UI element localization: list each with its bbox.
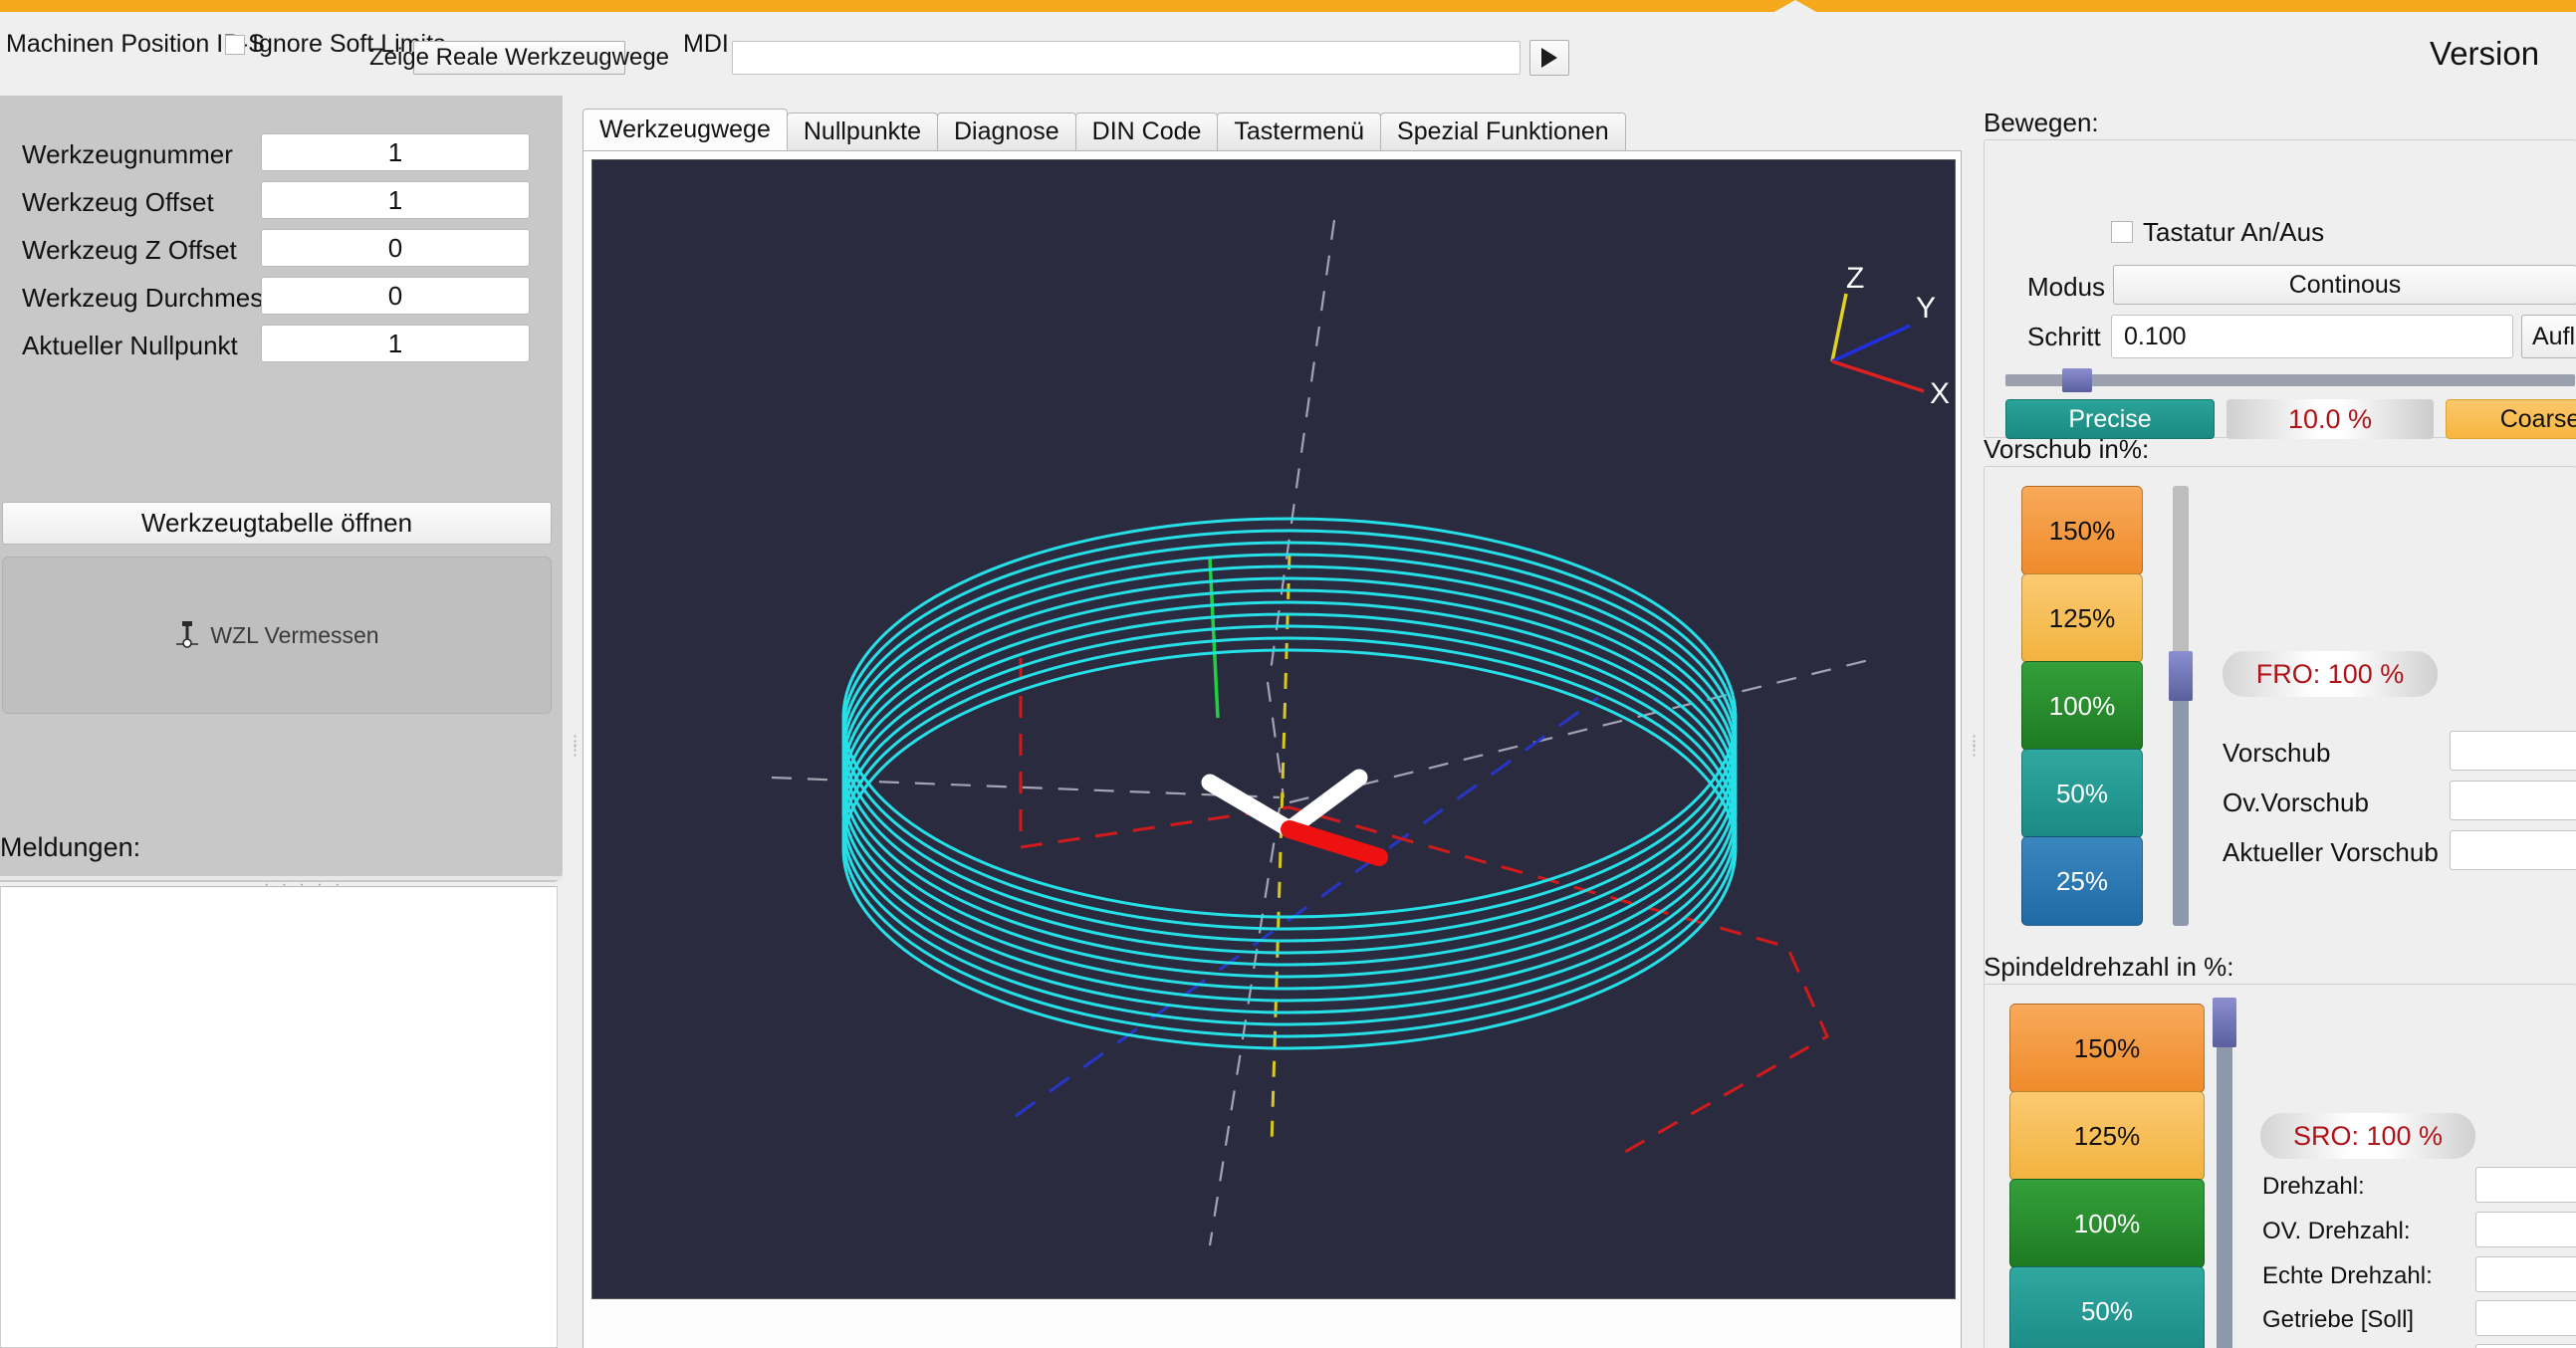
spindle-section-title: Spindeldrehzahl in %:	[1984, 952, 2234, 982]
version-label: Version	[2430, 35, 2540, 72]
gizmo-y-label: Y	[1916, 292, 1936, 325]
werkzeug-z-offset-field[interactable]: 0	[261, 229, 530, 267]
row-label: Werkzeug Z Offset	[22, 235, 237, 265]
feed-row-label-ov-vorschub: Ov.Vorschub	[2223, 787, 2369, 817]
tool-position-marker	[1201, 769, 1388, 866]
right-splitter-grip[interactable]: ⋮ ⋮	[1967, 734, 1982, 758]
spindle-row-label-getriebe-soll: Getriebe [Soll]	[2262, 1306, 2415, 1333]
ov-vorschub-field[interactable]: 1.0	[2450, 781, 2576, 820]
tool-row-werkzeug-durchmesser: Werkzeug Durchmesser 0	[0, 277, 558, 317]
ov-drehzahl-field[interactable]: 1	[2475, 1212, 2576, 1247]
feed-button-50[interactable]: 50%	[2021, 749, 2143, 838]
spindle-button-125[interactable]: 125%	[2009, 1091, 2205, 1181]
y-axis-line	[1015, 696, 1599, 1118]
measure-tool-label: WZL Vermessen	[210, 621, 379, 648]
tool-panel: Werkzeugnummer 1 Werkzeug Offset 1 Werkz…	[0, 96, 563, 882]
getriebe-ist-field[interactable]: 1	[2475, 1344, 2576, 1348]
tool-row-aktueller-nullpunkt: Aktueller Nullpunkt 1	[0, 325, 558, 364]
jog-resolution-slider-thumb[interactable]	[2062, 368, 2092, 392]
feed-row-label-aktueller-vorschub: Aktueller Vorschub	[2223, 837, 2439, 867]
feed-button-125[interactable]: 125%	[2021, 573, 2143, 663]
step-label: Schritt	[2027, 322, 2101, 351]
tab-diagnose[interactable]: Diagnose	[937, 112, 1076, 150]
tab-tastermenu[interactable]: Tastermenü	[1217, 112, 1382, 150]
aktueller-nullpunkt-field[interactable]: 1	[261, 325, 530, 362]
tool-row-werkzeug-z-offset: Werkzeug Z Offset 0	[0, 229, 558, 269]
tab-strip: Werkzeugwege Nullpunkte Diagnose DIN Cod…	[583, 109, 1626, 150]
gizmo-x-axis	[1831, 359, 1925, 393]
feed-button-25[interactable]: 25%	[2021, 836, 2143, 926]
tool-row-werkzeug-offset: Werkzeug Offset 1	[0, 181, 558, 221]
accent-bar	[0, 0, 2576, 12]
cnc-control-window: Machinen Position IP-S Ignore Soft Limit…	[0, 0, 2576, 1348]
tab-spezial-funktionen[interactable]: Spezial Funktionen	[1380, 112, 1626, 150]
feed-override-slider[interactable]	[2173, 486, 2189, 926]
keyboard-toggle-label: Tastatur An/Aus	[2143, 217, 2325, 247]
vorschub-field[interactable]: 1.0	[2450, 731, 2576, 771]
spindle-row-label-echte-drehzahl: Echte Drehzahl:	[2262, 1262, 2433, 1289]
ignore-soft-limits-checkbox[interactable]	[225, 35, 245, 55]
row-label: Werkzeug Durchmesser	[22, 283, 300, 313]
werkzeug-durchmesser-field[interactable]: 0	[261, 277, 530, 315]
row-label: Aktueller Nullpunkt	[22, 331, 238, 360]
feed-button-100[interactable]: 100%	[2021, 661, 2143, 751]
feed-row-label-vorschub: Vorschub	[2223, 738, 2331, 768]
gizmo-y-axis	[1831, 324, 1911, 363]
toolpath-3d-viewport[interactable]: Z Y X	[591, 159, 1956, 1299]
mdi-label: MDI	[683, 30, 729, 58]
spindle-row-label-ov-drehzahl: OV. Drehzahl:	[2262, 1218, 2411, 1244]
row-label: Werkzeug Offset	[22, 187, 214, 217]
gizmo-x-label: X	[1930, 377, 1950, 410]
aktueller-vorschub-field[interactable]: 0.0	[2450, 830, 2576, 870]
z-axis-line	[1270, 553, 1291, 1147]
precise-button[interactable]: Precise	[2005, 399, 2215, 439]
spindle-override-slider-thumb[interactable]	[2213, 998, 2236, 1047]
drehzahl-field[interactable]: 1	[2475, 1167, 2576, 1203]
spindle-button-150[interactable]: 150%	[2009, 1004, 2205, 1093]
tab-nullpunkte[interactable]: Nullpunkte	[786, 112, 938, 150]
gizmo-z-axis	[1830, 293, 1848, 362]
werkzeug-offset-field[interactable]: 1	[261, 181, 530, 219]
coarse-button[interactable]: Coarse	[2446, 399, 2576, 439]
gizmo-z-label: Z	[1846, 262, 1864, 295]
tab-panel-werkzeugwege: Z Y X	[583, 150, 1962, 1348]
tab-werkzeugwege[interactable]: Werkzeugwege	[583, 109, 788, 150]
tool-row-werkzeugnummer: Werkzeugnummer 1	[0, 133, 558, 173]
jog-percent-readout: 10.0 %	[2226, 399, 2434, 439]
mode-select[interactable]: Continous	[2113, 265, 2576, 305]
measure-tool-button[interactable]: WZL Vermessen	[2, 557, 552, 714]
step-input[interactable]: 0.100	[2111, 315, 2513, 358]
getriebe-soll-field[interactable]: 1	[2475, 1300, 2576, 1336]
messages-list[interactable]	[0, 886, 558, 1348]
echte-drehzahl-field[interactable]: 0.0	[2475, 1256, 2576, 1292]
tab-din-code[interactable]: DIN Code	[1074, 112, 1219, 150]
right-panel: Bewegen: Tastatur An/Aus Modus Continous…	[1982, 96, 2576, 1348]
werkzeugnummer-field[interactable]: 1	[261, 133, 530, 171]
tool-probe-icon	[176, 621, 199, 648]
move-section-title: Bewegen:	[1984, 108, 2099, 137]
left-splitter-grip[interactable]: ⋮ ⋮	[568, 734, 583, 758]
spindle-override-readout: SRO: 100 %	[2260, 1113, 2475, 1159]
play-icon[interactable]	[1529, 40, 1569, 76]
feed-override-readout: FRO: 100 %	[2223, 651, 2438, 697]
mdi-input[interactable]	[732, 41, 1521, 75]
main-content: Werkzeugwege Nullpunkte Diagnose DIN Cod…	[583, 96, 1972, 1348]
feed-section-title: Vorschub in%:	[1984, 434, 2150, 464]
resolution-button[interactable]: Auflös	[2521, 315, 2576, 358]
feed-override-slider-thumb[interactable]	[2169, 651, 2193, 701]
keyboard-toggle-checkbox[interactable]	[2111, 221, 2133, 243]
axis-gizmo: Z Y X	[1830, 262, 1950, 410]
grid-lines	[771, 219, 1878, 1246]
spindle-override-slider[interactable]	[2217, 1004, 2232, 1348]
show-real-toolpaths-button[interactable]: Zeige Reale Werkzeugwege	[369, 41, 669, 75]
row-label: Werkzeugnummer	[22, 139, 233, 169]
open-tool-table-button[interactable]: Werkzeugtabelle öffnen	[2, 502, 552, 545]
spindle-button-50[interactable]: 50%	[2009, 1266, 2205, 1348]
mode-label: Modus	[2027, 272, 2106, 302]
feed-button-150[interactable]: 150%	[2021, 486, 2143, 575]
spindle-row-label-drehzahl: Drehzahl:	[2262, 1173, 2365, 1200]
top-toolbar: Machinen Position IP-S Ignore Soft Limit…	[0, 13, 2576, 76]
messages-label: Meldungen:	[0, 832, 141, 862]
spindle-button-100[interactable]: 100%	[2009, 1179, 2205, 1268]
